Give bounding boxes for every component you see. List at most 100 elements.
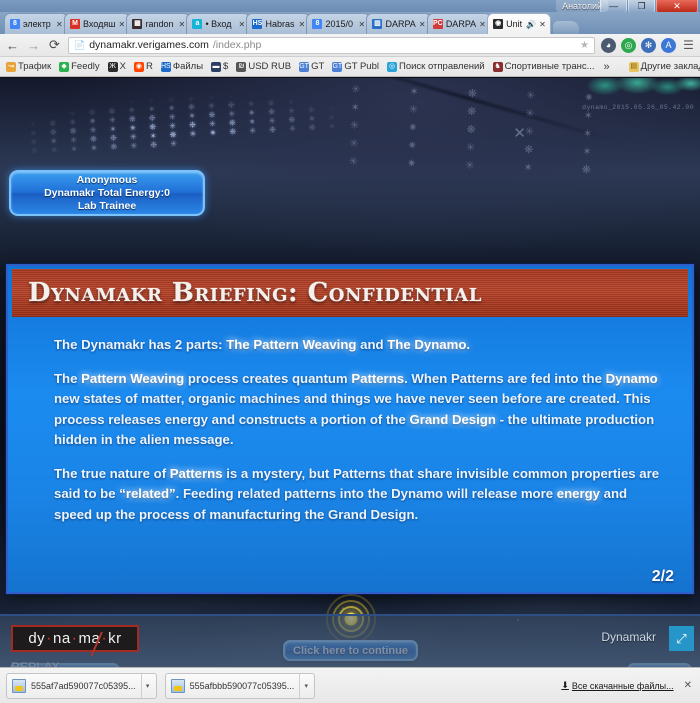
download-shelf: 555af7ad590077c05395... ▾ 555afbbb590077c0… [0,667,700,703]
bookmark-item-2[interactable]: ЖX [106,60,128,73]
tab-close-icon[interactable]: ✕ [358,20,365,29]
tab-close-icon[interactable]: ✕ [118,20,125,29]
browser-tab-6[interactable]: ▥ DARPA ✕ [366,13,431,34]
tab-label: • Вход [205,19,232,29]
briefing-text: The Dynamakr has 2 parts: [54,337,227,352]
gmail-favicon: M [70,19,80,29]
extension-icon-compass[interactable]: ◎ [621,37,636,53]
tab-close-icon[interactable]: ✕ [178,20,185,29]
capture-watermark: dynamo_2015.05.26_05.42.00 [582,104,694,111]
browser-tab-3[interactable]: a • Вход ✕ [186,13,251,34]
tab-close-icon[interactable]: ✕ [419,20,426,29]
tab-close-icon[interactable]: ✕ [298,20,305,29]
bookmark-label: USD RUB [248,61,292,72]
folder-icon: ▤ [628,61,639,72]
fullscreen-button[interactable]: ⤢ [669,626,694,651]
extension-icon-translate[interactable]: A [661,37,676,53]
page-info-icon[interactable]: 📄 [74,40,85,51]
tab-label: Habras [265,19,295,29]
download-file-icon [170,678,185,693]
download-item-1[interactable]: 555afbbb590077c05395... ▾ [164,672,316,699]
feedly-icon: ◆ [59,61,70,72]
other-bookmarks-label: Другие закладки [640,61,700,72]
back-button[interactable]: ← [5,38,20,53]
tab-close-icon[interactable]: ✕ [539,20,546,29]
tab-close-icon[interactable]: ✕ [479,20,486,29]
player-badge[interactable]: Anonymous Dynamakr Total Energy:0 Lab Tr… [9,170,205,216]
logo-syllable-3: kr [108,630,122,647]
download-menu-caret-icon[interactable]: ▾ [299,673,312,698]
bookmark-item-4[interactable]: HS Файлы [159,60,205,73]
reddit-icon: ◉ [133,61,144,72]
tab-label: Входяш [83,19,116,29]
bookmark-item-9[interactable]: ◎ Поиск отправлений [385,60,487,73]
briefing-paragraph-2: The true nature of Patterns is a mystery… [54,464,666,526]
close-shelf-icon[interactable]: ✕ [684,680,692,691]
briefing-highlight: “related” [119,486,176,501]
bookmark-label: GT Publ [344,61,379,72]
brand-name: Dynamakr [601,630,656,644]
sports-icon: ♞ [492,61,503,72]
browser-tab-0[interactable]: 8 электр ✕ [4,13,68,34]
dynamakr-logo[interactable]: dy·na·ma·kr [11,625,139,657]
tab-audio-icon[interactable]: 🔊 [526,20,536,29]
page-indicator: 2/2 [651,568,674,585]
bookmark-item-3[interactable]: ◉ R [132,60,155,73]
other-bookmarks-folder[interactable]: ▤Другие закладки [627,60,700,73]
briefing-highlight: The Dynamo. [387,337,471,352]
bookmarks-overflow-button[interactable]: » [601,61,613,73]
extension-icons: ◕ ◎ ✻ A [601,37,676,53]
browser-tab-5[interactable]: 8 2015/0 ✕ [306,13,371,34]
darpa-favicon: ▥ [372,19,383,29]
bookmark-item-7[interactable]: GT GT [297,60,326,73]
download-shelf-right: ⬇ Все скачанные файлы... ✕ [561,680,694,691]
bookmark-item-6[interactable]: ₪ USD RUB [234,60,293,73]
bookmark-item-0[interactable]: ↝ Трафик [4,60,53,73]
briefing-highlight: Patterns [169,465,223,481]
traffic-icon: ↝ [6,61,16,72]
tab-close-icon[interactable]: ✕ [56,20,63,29]
reload-button[interactable]: ⟳ [47,37,62,53]
browser-tab-1[interactable]: M Входяш ✕ [64,13,131,34]
show-all-downloads-link[interactable]: ⬇ Все скачанные файлы... [561,680,673,691]
bookmark-label: X [119,61,126,72]
bookmark-label: Файлы [172,61,204,72]
bookmark-item-5[interactable]: ▬ $ [209,60,230,73]
close-overlay-icon[interactable]: ✕ [513,126,526,141]
forward-button[interactable]: → [26,38,41,53]
briefing-text: process creates quantum [184,370,352,386]
extension-icon-bug[interactable]: ✻ [641,37,656,53]
tab-close-icon[interactable]: ✕ [238,20,245,29]
briefing-text: . When Patterns are fed into the [404,370,606,386]
bookmark-item-1[interactable]: ◆ Feedly [57,60,102,73]
tab-label: электр [23,19,51,29]
bookmark-star-icon[interactable]: ★ [580,40,589,51]
address-bar[interactable]: 📄 dynamakr.verigames.com/index.php ★ [68,36,595,54]
bookmark-label: Спортивные транс... [504,61,595,72]
bookmark-item-8[interactable]: GT GT Publ [330,60,381,73]
download-menu-caret-icon[interactable]: ▾ [140,673,154,698]
player-rank: Lab Trainee [77,199,137,212]
browser-tab-4[interactable]: HS Habras ✕ [246,13,311,34]
browser-tab-8[interactable]: ◉ Unit 🔊 ✕ [487,13,552,34]
browser-tab-2[interactable]: ▦ randon ✕ [126,13,191,34]
pc-favicon: PC [432,19,443,29]
chrome-menu-icon[interactable]: ☰ [682,38,695,52]
briefing-panel: Dynamakr Briefing: Confidential The Dyna… [6,264,694,594]
browser-tab-7[interactable]: PC DARPA ✕ [426,13,492,34]
files-icon: HS [160,61,171,72]
briefing-highlight: The Pattern Weaving [226,337,357,352]
tab-strip: 8 электр ✕ M Входяш ✕ ▦ randon ✕ a • Вход ✕ HS Habras… [0,12,700,34]
bookmark-item-10[interactable]: ♞ Спортивные транс... [491,60,597,73]
player-energy: Dynamakr Total Energy:0 [44,186,170,199]
new-tab-button[interactable] [553,21,580,34]
snowflake-particles: ✳ ❋ ✶ ✳ ❉ ✷ ❋ ✳ ✦ ❋ ✳ ✷ ❉ ✳ ❋ ✶ ✳ ❋ ✷ ✳ … [27,78,439,156]
briefing-highlight: Dynamo [605,370,658,386]
aliexpress-favicon: a [192,19,203,29]
briefing-highlight: Grand Design [409,411,496,427]
google-favicon: 8 [312,19,323,29]
search-shipments-icon: ◎ [387,61,397,72]
extension-icon-clock[interactable]: ◕ [601,37,616,53]
download-item-0[interactable]: 555af7ad590077c05395... ▾ [6,672,157,699]
briefing-title: Dynamakr Briefing: Confidential [28,278,482,308]
